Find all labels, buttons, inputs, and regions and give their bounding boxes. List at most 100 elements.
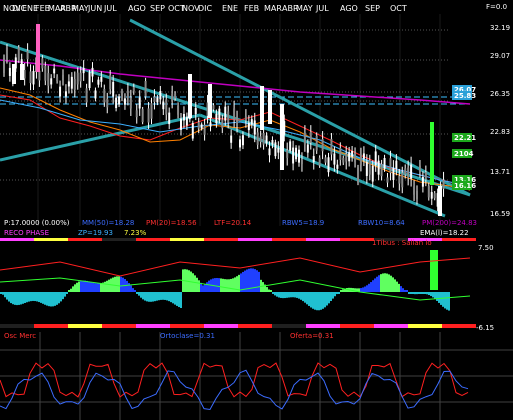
oscillator-bar bbox=[370, 282, 372, 292]
oscillator-bar bbox=[410, 292, 412, 294]
oscillator-bar bbox=[308, 292, 310, 306]
oscillator-bar bbox=[76, 282, 78, 292]
candle bbox=[150, 103, 153, 119]
candle bbox=[236, 116, 239, 127]
oscillator-bar bbox=[434, 292, 436, 300]
candle bbox=[162, 101, 165, 110]
large-candle bbox=[268, 90, 272, 124]
oscillator-bar bbox=[98, 283, 100, 292]
candle bbox=[289, 141, 292, 151]
candle bbox=[351, 151, 354, 157]
candle bbox=[197, 122, 200, 129]
oscillator-bar bbox=[22, 292, 24, 304]
candle bbox=[62, 74, 64, 81]
candle bbox=[59, 86, 62, 97]
signal-bar bbox=[170, 324, 204, 328]
candle bbox=[97, 79, 100, 85]
price-level-label: 26.35 bbox=[490, 90, 510, 98]
oscillator-bar bbox=[150, 292, 152, 302]
candle bbox=[224, 106, 227, 121]
candle bbox=[315, 135, 318, 151]
candle bbox=[159, 91, 162, 100]
candle bbox=[70, 76, 73, 89]
candle bbox=[286, 150, 289, 158]
oscillator-bar bbox=[336, 292, 338, 295]
oscillator-bar bbox=[388, 274, 390, 292]
month-label: AGO bbox=[128, 4, 146, 13]
oscillator-bar bbox=[166, 292, 168, 301]
oscillator-bar bbox=[96, 283, 98, 292]
indicator-value: EMA(l)=18.22 bbox=[420, 229, 469, 237]
month-label: JUL bbox=[315, 4, 329, 13]
oscillator-bar bbox=[396, 281, 398, 292]
oscillator-bar bbox=[104, 281, 106, 292]
candle bbox=[312, 156, 315, 162]
oscillator-bar bbox=[52, 292, 54, 307]
candle bbox=[32, 70, 35, 85]
oscillator-bar bbox=[42, 292, 44, 304]
candle bbox=[401, 172, 404, 188]
oscillator-bar bbox=[390, 275, 392, 292]
signal-bar bbox=[408, 324, 442, 328]
price-level-label: 13.71 bbox=[490, 168, 510, 176]
oscillator-bar bbox=[382, 273, 384, 292]
candle bbox=[73, 79, 76, 90]
oscillator-bar bbox=[316, 292, 318, 311]
month-label: DIC bbox=[198, 4, 213, 13]
oscillator-bar bbox=[380, 274, 382, 292]
price-level-label: 29.07 bbox=[490, 52, 510, 60]
large-candle bbox=[438, 186, 442, 216]
candle bbox=[132, 86, 135, 92]
oscillator-bar bbox=[208, 280, 210, 292]
candle bbox=[185, 117, 188, 126]
oscillator-bar bbox=[38, 292, 40, 303]
candle bbox=[371, 165, 374, 182]
bottom-label: Ortoclase=0.31 bbox=[160, 332, 215, 340]
signal-bar bbox=[374, 324, 408, 328]
oscillator-bar bbox=[138, 292, 140, 296]
oscillator-bar bbox=[70, 288, 72, 292]
candle bbox=[91, 67, 94, 77]
oscillator-bar bbox=[374, 278, 376, 292]
oscillator-bar bbox=[416, 292, 418, 295]
candle bbox=[67, 81, 70, 87]
candle bbox=[392, 167, 395, 180]
month-label: MAR bbox=[264, 4, 282, 13]
candle bbox=[138, 97, 141, 109]
month-label: JUL bbox=[103, 4, 117, 13]
oscillator-bar bbox=[422, 292, 424, 294]
oscillator-bar bbox=[56, 292, 58, 305]
oscillator-bar bbox=[394, 279, 396, 292]
oscillator-bar bbox=[366, 285, 368, 292]
candle bbox=[239, 139, 241, 148]
oscillator-bar bbox=[196, 277, 198, 292]
bottom-label: Oferta=0.31 bbox=[290, 332, 334, 340]
oscillator-bar bbox=[198, 280, 200, 292]
signal-bar bbox=[102, 238, 136, 241]
oscillator-bar bbox=[372, 280, 374, 292]
oscillator-bar bbox=[448, 292, 450, 311]
oscillator-bar bbox=[172, 292, 174, 304]
candle bbox=[3, 58, 5, 74]
candle bbox=[253, 120, 256, 135]
candle bbox=[374, 151, 377, 166]
oscillator-bar bbox=[176, 292, 178, 306]
candle bbox=[410, 164, 413, 179]
oscillator-bar bbox=[148, 292, 150, 302]
oscillator-bar bbox=[294, 292, 296, 298]
oscillator-bar bbox=[0, 292, 2, 294]
oscillator-bar bbox=[282, 292, 284, 299]
signal-bar bbox=[306, 238, 340, 241]
oscillator-bar bbox=[72, 286, 74, 292]
candle bbox=[165, 99, 168, 115]
oscillator-bar bbox=[430, 292, 432, 297]
signal-bar bbox=[442, 324, 476, 328]
oscillator-bar bbox=[300, 292, 302, 300]
oscillator-bar bbox=[4, 292, 6, 298]
candle bbox=[250, 119, 253, 125]
signal-bar bbox=[204, 238, 238, 241]
stock-chart[interactable]: NOVDICENEFEBMARABRMAY JUN JUL AGO SEP OCTNOVD… bbox=[0, 0, 513, 420]
candle bbox=[345, 153, 348, 162]
oscillator-bar bbox=[54, 292, 56, 306]
oscillator-bar bbox=[36, 292, 38, 302]
